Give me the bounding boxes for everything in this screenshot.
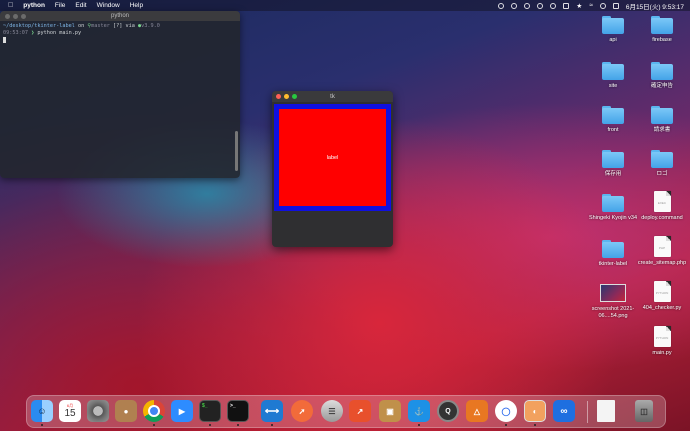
- status-icon-3[interactable]: [524, 2, 531, 9]
- text-cursor: [3, 37, 6, 43]
- document-icon: PYTHON: [653, 326, 671, 347]
- desktop-icon-main-py[interactable]: PYTHON main.py: [638, 326, 686, 357]
- desktop-icon-404-checker[interactable]: PYTHON 404_checker.py: [638, 281, 686, 312]
- menu-help[interactable]: Help: [130, 2, 143, 9]
- menu-edit[interactable]: Edit: [75, 2, 86, 9]
- system-preferences-icon[interactable]: [87, 400, 109, 422]
- desktop-icon-api[interactable]: api: [589, 16, 637, 44]
- status-icon-4[interactable]: [537, 2, 544, 9]
- running-indicator: [505, 424, 507, 426]
- running-indicator: [418, 424, 420, 426]
- bluetooth-icon[interactable]: ★: [576, 2, 582, 10]
- running-indicator: [153, 424, 155, 426]
- menu-window[interactable]: Window: [97, 2, 120, 9]
- vscode-icon[interactable]: ⟷: [261, 400, 283, 422]
- terminal-output[interactable]: ~/desktop/tkinter-label on ⚲master [?] v…: [0, 21, 240, 47]
- folder-icon: [602, 150, 624, 168]
- quicktime-icon[interactable]: Q: [437, 400, 459, 422]
- chrome-icon[interactable]: [143, 400, 165, 422]
- status-icon-2[interactable]: [511, 2, 518, 9]
- desktop-icon-logo[interactable]: ロゴ: [638, 150, 686, 178]
- tk-titlebar[interactable]: tk: [272, 91, 393, 102]
- folder-icon: [651, 16, 673, 34]
- input-method-icon[interactable]: [563, 2, 570, 9]
- sourcetree-icon[interactable]: △: [466, 400, 488, 422]
- tk-blue-frame: label: [274, 104, 391, 211]
- tableplus-icon[interactable]: ↗: [349, 400, 371, 422]
- menu-bar:  python File Edit Window Help ★ ≈ 6月15日…: [0, 0, 690, 11]
- docker-icon[interactable]: ⚓: [408, 400, 430, 422]
- menu-app-name[interactable]: python: [23, 2, 45, 9]
- desktop-icon-firebase[interactable]: firebase: [638, 16, 686, 44]
- desktop-icon-saved[interactable]: 保存用: [589, 150, 637, 178]
- finder-icon[interactable]: ☺: [31, 400, 53, 422]
- clock[interactable]: 6月15日(火) 9:53:17: [626, 1, 684, 11]
- terminal-line-2: 09:53:07 ❯ python main.py: [3, 30, 82, 36]
- trash-icon[interactable]: ◫: [635, 400, 653, 422]
- tk-label: label: [279, 109, 386, 206]
- image-thumbnail-icon: [600, 284, 626, 302]
- infinity-icon[interactable]: ∞: [553, 400, 575, 422]
- postman-icon[interactable]: ➚: [291, 400, 313, 422]
- desktop-icon-deploy[interactable]: EXEC deploy.command: [638, 191, 686, 222]
- desktop-icon-invoice[interactable]: 請求書: [638, 106, 686, 134]
- menu-file[interactable]: File: [55, 2, 65, 9]
- tk-title: tk: [330, 93, 335, 100]
- signal-icon[interactable]: ◯: [495, 400, 517, 422]
- document-icon: EXEC: [653, 191, 671, 212]
- running-indicator: [209, 424, 211, 426]
- folder-icon: [602, 16, 624, 34]
- document-stack-icon[interactable]: [597, 400, 615, 422]
- contacts-icon[interactable]: ●: [115, 400, 137, 422]
- terminal-line-3: [3, 37, 237, 45]
- terminal-app-icon[interactable]: $_: [199, 400, 221, 422]
- preview-icon[interactable]: ◐: [524, 400, 546, 422]
- control-center-icon[interactable]: [612, 2, 619, 9]
- terminal-app-icon-2[interactable]: >_: [227, 400, 249, 422]
- desktop-icon-site[interactable]: site: [589, 62, 637, 90]
- terminal-window[interactable]: python ~/desktop/tkinter-label on ⚲maste…: [0, 11, 240, 178]
- running-indicator: [271, 424, 273, 426]
- running-indicator: [237, 424, 239, 426]
- terminal-line-1: ~/desktop/tkinter-label on ⚲master [?] v…: [3, 23, 160, 29]
- running-indicator: [534, 424, 536, 426]
- status-icon-1[interactable]: [498, 2, 505, 9]
- status-icon-5[interactable]: [550, 2, 557, 9]
- dock-separator: [587, 401, 588, 423]
- folder-icon: [602, 106, 624, 124]
- search-icon[interactable]: [599, 2, 606, 9]
- desktop-icon-screenshot[interactable]: screenshot 2021-06....54.png: [589, 281, 637, 319]
- document-icon: PYTHON: [653, 281, 671, 302]
- tk-label-text: label: [326, 154, 339, 161]
- folder-icon: [602, 240, 624, 258]
- folder-icon: [602, 62, 624, 80]
- terminal-titlebar[interactable]: python: [0, 11, 240, 21]
- zoom-icon[interactable]: ▶: [171, 400, 193, 422]
- wifi-icon[interactable]: ≈: [589, 2, 593, 9]
- sequel-pro-icon[interactable]: ☰: [321, 400, 343, 422]
- calendar-icon[interactable]: 6月 15: [59, 400, 81, 422]
- apple-menu-icon[interactable]: : [8, 2, 13, 9]
- folder-icon: [651, 62, 673, 80]
- terminal-title: python: [110, 13, 129, 19]
- folder-icon: [651, 106, 673, 124]
- terminal-scrollbar[interactable]: [235, 131, 238, 171]
- desktop-icon-tax[interactable]: 確定申告: [638, 62, 686, 90]
- desktop-icon-shingeki[interactable]: Shingeki Kyojin v34: [589, 194, 637, 222]
- tk-window[interactable]: tk label: [272, 91, 393, 247]
- running-indicator: [41, 424, 43, 426]
- archive-icon[interactable]: ▣: [379, 400, 401, 422]
- desktop-icon-tkinter-label[interactable]: tkinter-label: [589, 240, 637, 268]
- desktop-icon-front[interactable]: front: [589, 106, 637, 134]
- document-icon: PHP: [653, 236, 671, 257]
- folder-icon: [602, 194, 624, 212]
- desktop-icon-sitemap[interactable]: PHP create_sitemap.php: [638, 236, 686, 267]
- dock: ☺ 6月 15 ● ▶ $_ >_ ⟷ ➚ ☰ ↗ ▣ ⚓ Q △ ◯ ◐ ∞ …: [26, 395, 666, 428]
- folder-icon: [651, 150, 673, 168]
